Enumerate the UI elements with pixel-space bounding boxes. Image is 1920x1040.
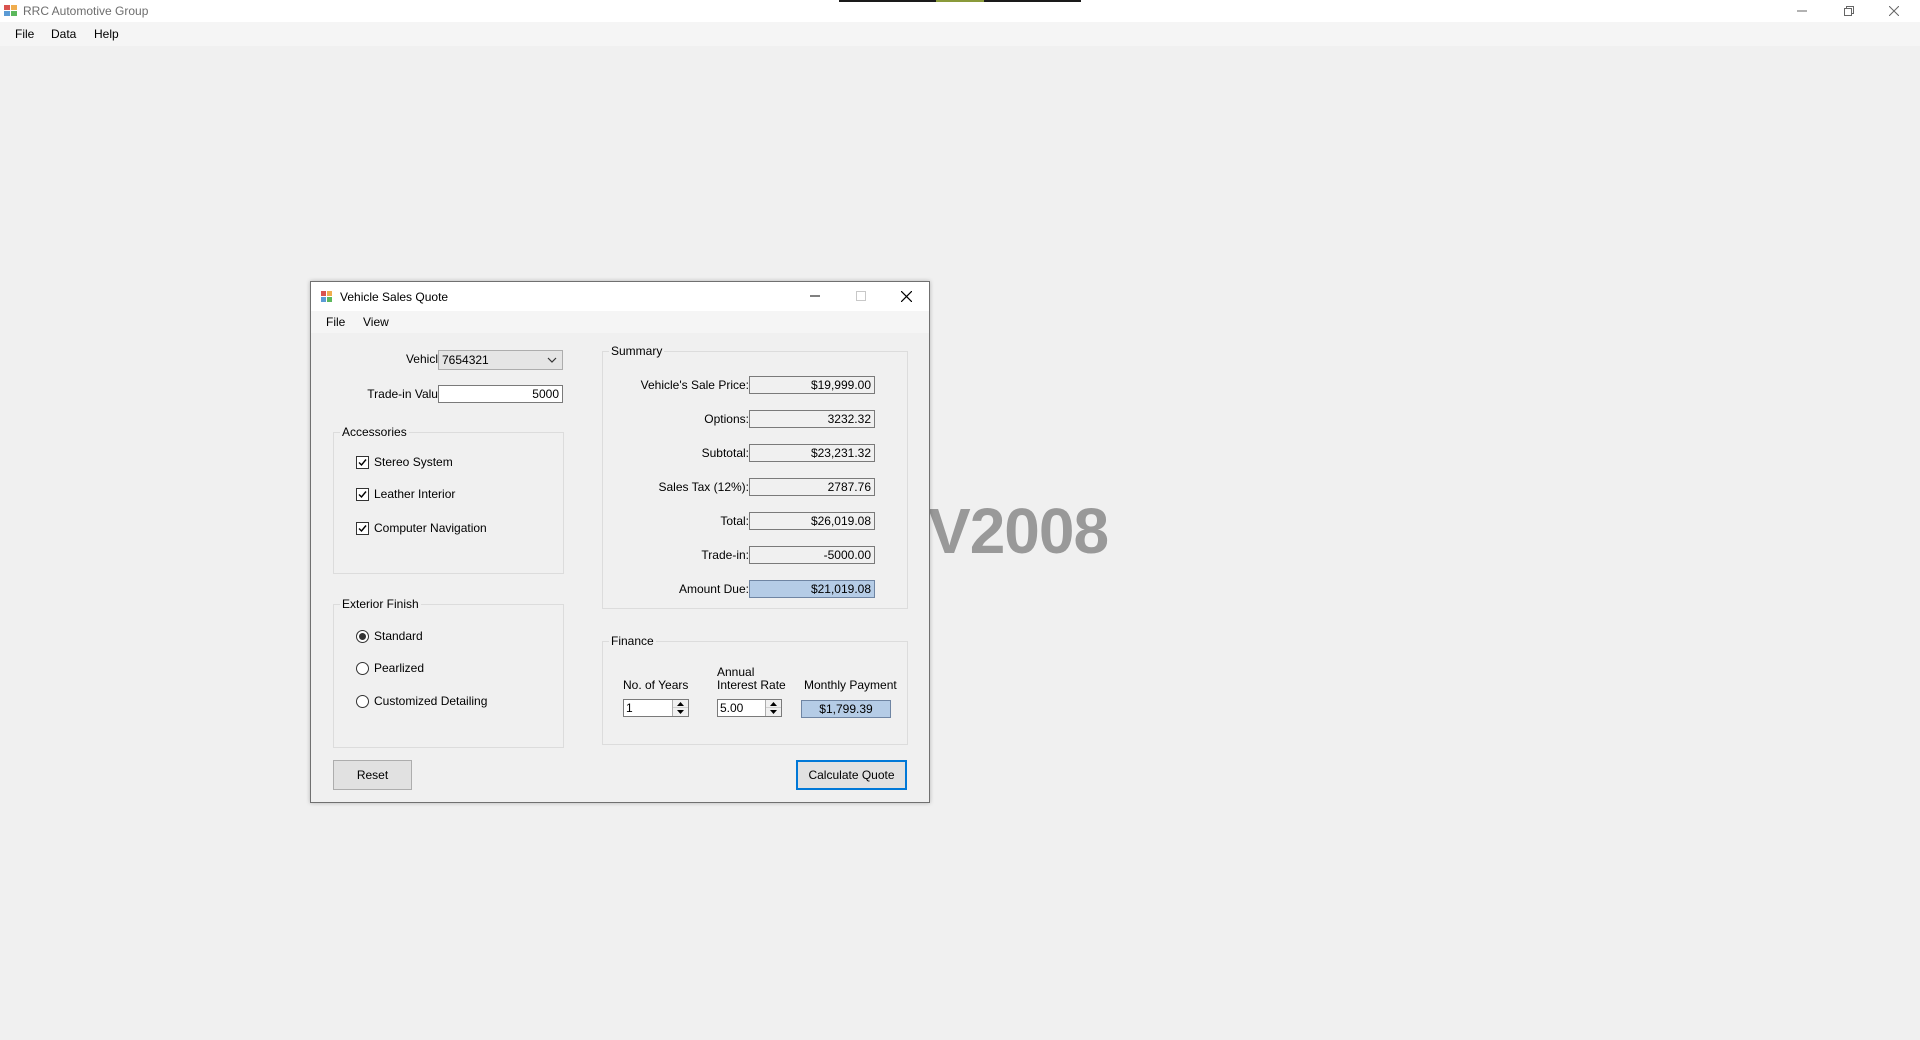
standard-label: Standard [374, 629, 423, 643]
radio-button [356, 694, 369, 708]
restore-icon [1844, 6, 1854, 16]
spinner-arrows [765, 700, 781, 716]
radio-button [356, 629, 369, 643]
monthly-payment-label: Monthly Payment [804, 678, 897, 692]
radio-dot-icon [359, 632, 366, 640]
window-icon [321, 291, 333, 302]
finance-group: Finance [602, 634, 908, 745]
caret-up-icon [770, 701, 777, 706]
child-minimize-button[interactable] [800, 286, 830, 306]
interest-rate-value: 5.00 [720, 701, 744, 715]
checkmark-icon [358, 490, 367, 498]
child-maximize-button[interactable] [846, 286, 876, 306]
customized-detailing-label: Customized Detailing [374, 694, 488, 708]
monthly-payment-value: $1,799.39 [801, 700, 891, 718]
customized-detailing-radio[interactable]: Customized Detailing [356, 694, 487, 708]
summary-title: Summary [609, 344, 665, 358]
vehicle-sales-quote-window: Vehicle Sales Quote File View Vehicle: 7… [310, 281, 930, 803]
background-watermark: V2008 [928, 495, 1109, 567]
leather-interior-label: Leather Interior [374, 487, 456, 501]
vehicle-selected-value: 7654321 [442, 353, 489, 367]
checkmark-icon [358, 524, 367, 532]
caret-down-icon [677, 710, 684, 714]
minimize-icon [810, 295, 820, 297]
vehicle-dropdown[interactable]: 7654321 [438, 350, 563, 370]
sales-tax-value: 2787.76 [749, 478, 875, 496]
total-value: $26,019.08 [749, 512, 875, 530]
app-title-bar: RRC Automotive Group [0, 0, 1920, 22]
total-label: Total: [720, 514, 749, 528]
checkmark-icon [358, 458, 367, 466]
reset-button[interactable]: Reset [333, 760, 412, 790]
sale-price-value: $19,999.00 [749, 376, 875, 394]
trade-in-value-label: Trade-in Value: [367, 387, 448, 401]
maximize-icon [856, 291, 866, 301]
options-label: Options: [704, 412, 749, 426]
trade-in-label: Trade-in: [701, 548, 749, 562]
accessories-group: Accessories Stereo System Leather Interi… [333, 425, 564, 574]
years-value: 1 [626, 701, 633, 715]
amount-due-label: Amount Due: [678, 582, 749, 596]
chevron-down-icon [547, 357, 557, 363]
stereo-system-checkbox[interactable]: Stereo System [356, 455, 453, 469]
close-icon [900, 290, 912, 302]
app-icon [4, 5, 18, 17]
subtotal-label: Subtotal: [701, 446, 749, 460]
minimize-button[interactable] [1780, 0, 1824, 22]
exterior-finish-title: Exterior Finish [340, 597, 421, 611]
computer-navigation-checkbox[interactable]: Computer Navigation [356, 521, 487, 535]
amount-due-value: $21,019.08 [749, 580, 875, 598]
title-accent-bar [839, 0, 1081, 2]
menu-data[interactable]: Data [51, 27, 76, 41]
vehicle-label: Vehicle: [405, 352, 448, 366]
exterior-finish-group: Exterior Finish Standard Pearlized Custo… [333, 597, 564, 748]
pearlized-label: Pearlized [374, 661, 425, 675]
spinner-arrows [672, 700, 688, 716]
child-menu-view[interactable]: View [363, 315, 389, 329]
trade-in-value-input[interactable]: 5000 [438, 385, 563, 403]
interest-rate-spinner[interactable]: 5.00 [717, 699, 782, 717]
computer-navigation-label: Computer Navigation [374, 521, 487, 535]
finance-title: Finance [609, 634, 656, 648]
standard-radio[interactable]: Standard [356, 629, 423, 643]
years-spinner[interactable]: 1 [623, 699, 689, 717]
options-value: 3232.32 [749, 410, 875, 428]
sales-tax-label: Sales Tax (12%): [658, 480, 750, 494]
years-down-arrow[interactable] [673, 708, 688, 716]
calculate-quote-button[interactable]: Calculate Quote [796, 760, 907, 790]
menu-help[interactable]: Help [94, 27, 119, 41]
restore-button[interactable] [1827, 0, 1871, 22]
leather-interior-checkbox[interactable]: Leather Interior [356, 487, 455, 501]
rate-label-line2: Interest Rate [717, 678, 786, 692]
minimize-icon [1797, 10, 1807, 12]
caret-up-icon [677, 701, 684, 706]
app-menu-bar: File Data Help [0, 22, 1920, 46]
checkbox-box [356, 487, 369, 501]
checkbox-box [356, 455, 369, 469]
menu-file[interactable]: File [15, 27, 34, 41]
caret-down-icon [770, 710, 777, 714]
pearlized-radio[interactable]: Pearlized [356, 661, 424, 675]
accessories-title: Accessories [340, 425, 409, 439]
sale-price-label: Vehicle's Sale Price: [640, 378, 749, 392]
rate-up-arrow[interactable] [766, 700, 781, 708]
rate-label-line1: Annual [717, 665, 755, 679]
child-title-bar: Vehicle Sales Quote [311, 282, 929, 311]
years-label: No. of Years [623, 678, 689, 692]
trade-in-amount: -5000.00 [749, 546, 875, 564]
child-window-title: Vehicle Sales Quote [340, 290, 449, 304]
subtotal-value: $23,231.32 [749, 444, 875, 462]
radio-button [356, 661, 369, 675]
stereo-system-label: Stereo System [374, 455, 453, 469]
child-menu-file[interactable]: File [326, 315, 345, 329]
years-up-arrow[interactable] [673, 700, 688, 708]
child-menu-bar: File View [311, 311, 929, 333]
app-title: RRC Automotive Group [23, 4, 149, 18]
close-icon [1889, 6, 1899, 16]
rate-down-arrow[interactable] [766, 708, 781, 716]
child-close-button[interactable] [891, 286, 921, 306]
close-button[interactable] [1872, 0, 1916, 22]
checkbox-box [356, 521, 369, 535]
